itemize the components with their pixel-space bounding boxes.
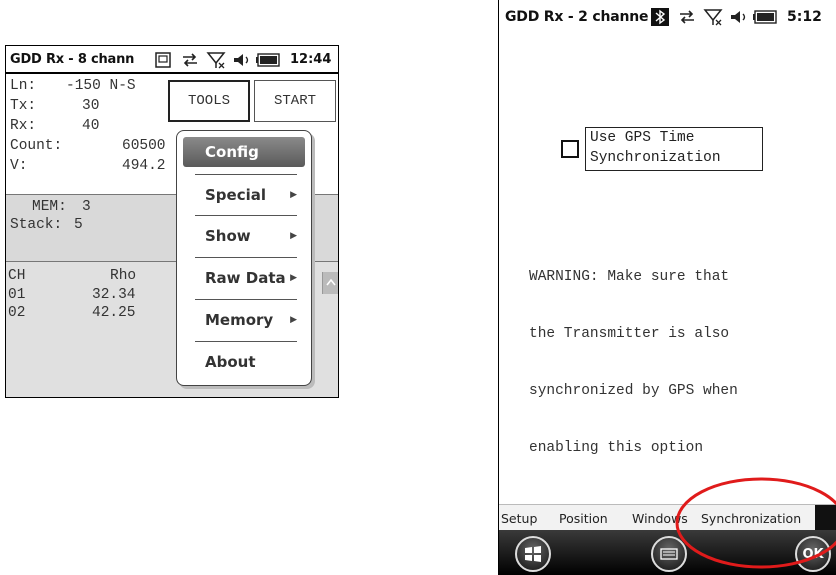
tools-button[interactable]: TOOLS <box>168 80 250 122</box>
checkbox-label-line2: Synchronization <box>590 150 721 166</box>
gps-sync-checkbox[interactable] <box>561 140 579 158</box>
start-button[interactable]: START <box>254 80 336 122</box>
window-icon <box>155 52 171 68</box>
menu-item-label: About <box>205 353 256 371</box>
menu-item-show[interactable]: Show ▶ <box>183 221 305 251</box>
stack-value: 5 <box>74 217 83 233</box>
menu-divider <box>195 215 297 216</box>
ln-value: -150 N-S <box>66 78 136 94</box>
warning-line: WARNING: Make sure that <box>529 269 730 285</box>
warning-text: WARNING: Make sure that the Transmitter … <box>529 230 738 496</box>
rx-label: Rx: <box>10 118 37 134</box>
chevron-up-icon <box>326 278 336 286</box>
submenu-arrow-icon: ▶ <box>290 273 297 283</box>
tools-dropdown-menu: Config Special ▶ Show ▶ Raw Data ▶ Memory ▶ … <box>176 130 312 386</box>
menu-divider <box>195 341 297 342</box>
table-cell-rho: 42.25 <box>92 305 136 321</box>
warning-line: enabling this option <box>529 440 704 456</box>
menu-divider <box>195 299 297 300</box>
stack-label: Stack: <box>10 217 63 233</box>
menu-item-label: Raw Data <box>205 269 286 287</box>
mem-value: 3 <box>82 199 91 215</box>
submenu-arrow-icon: ▶ <box>290 190 297 200</box>
tab-setup[interactable]: Setup <box>501 511 537 526</box>
table-header-rho: Rho <box>110 268 137 284</box>
ln-label: Ln: <box>10 78 37 94</box>
rx-value: 40 <box>82 118 100 134</box>
menu-divider <box>195 174 297 175</box>
v-label: V: <box>10 158 28 174</box>
warning-line: synchronized by GPS when <box>529 383 738 399</box>
submenu-arrow-icon: ▶ <box>290 315 297 325</box>
v-value: 494.2 <box>122 158 166 174</box>
menu-item-raw-data[interactable]: Raw Data ▶ <box>183 263 305 293</box>
submenu-arrow-icon: ▶ <box>290 231 297 241</box>
count-value: 60500 <box>122 138 166 154</box>
tx-value: 30 <box>82 98 100 114</box>
menu-divider <box>195 257 297 258</box>
menu-item-about[interactable]: About <box>183 347 305 377</box>
start-menu-button[interactable] <box>515 536 551 572</box>
scroll-up-button[interactable] <box>322 272 338 294</box>
mem-label: MEM: <box>32 199 67 215</box>
table-cell-ch: 02 <box>8 305 26 321</box>
menu-item-label: Show <box>205 227 251 245</box>
tx-label: Tx: <box>10 98 37 114</box>
menu-item-label: Memory <box>205 311 274 329</box>
highlight-ellipse <box>675 477 836 569</box>
menu-item-label: Special <box>205 186 267 204</box>
speaker-icon <box>234 54 249 66</box>
battery-icon <box>753 10 777 24</box>
gps-sync-label-box[interactable]: Use GPS Time Synchronization <box>585 127 763 171</box>
no-signal-icon <box>206 52 226 69</box>
clock: 12:44 <box>290 52 332 67</box>
right-device-screen: GDD Rx - 2 channe 5:12 Use GPS Time Sync… <box>498 0 836 575</box>
table-cell-rho: 32.34 <box>92 287 136 303</box>
tab-position[interactable]: Position <box>559 511 608 526</box>
no-signal-icon <box>703 9 723 26</box>
count-label: Count: <box>10 138 63 154</box>
clock: 5:12 <box>787 9 822 25</box>
bluetooth-icon <box>651 8 669 26</box>
menu-item-label: Config <box>205 143 259 161</box>
sync-arrows-icon <box>183 53 197 67</box>
window-title: GDD Rx - 8 chann <box>10 52 135 67</box>
left-device-screen: GDD Rx - 8 chann 12:44 Ln: -150 N-S Tx: … <box>5 45 339 398</box>
table-header-ch: CH <box>8 268 26 284</box>
menu-item-memory[interactable]: Memory ▶ <box>183 305 305 335</box>
menu-item-config[interactable]: Config <box>183 137 305 167</box>
status-bar: GDD Rx - 8 chann 12:44 <box>6 46 338 74</box>
sync-arrows-icon <box>680 10 694 24</box>
speaker-icon <box>731 11 746 23</box>
status-bar: GDD Rx - 2 channe 5:12 <box>499 0 836 34</box>
table-cell-ch: 01 <box>8 287 26 303</box>
warning-line: the Transmitter is also <box>529 326 730 342</box>
checkbox-label-line1: Use GPS Time <box>590 130 695 146</box>
windows-logo-icon <box>525 546 541 562</box>
menu-item-special[interactable]: Special ▶ <box>183 180 305 210</box>
window-title: GDD Rx - 2 channe <box>505 9 649 25</box>
battery-icon <box>256 53 280 67</box>
